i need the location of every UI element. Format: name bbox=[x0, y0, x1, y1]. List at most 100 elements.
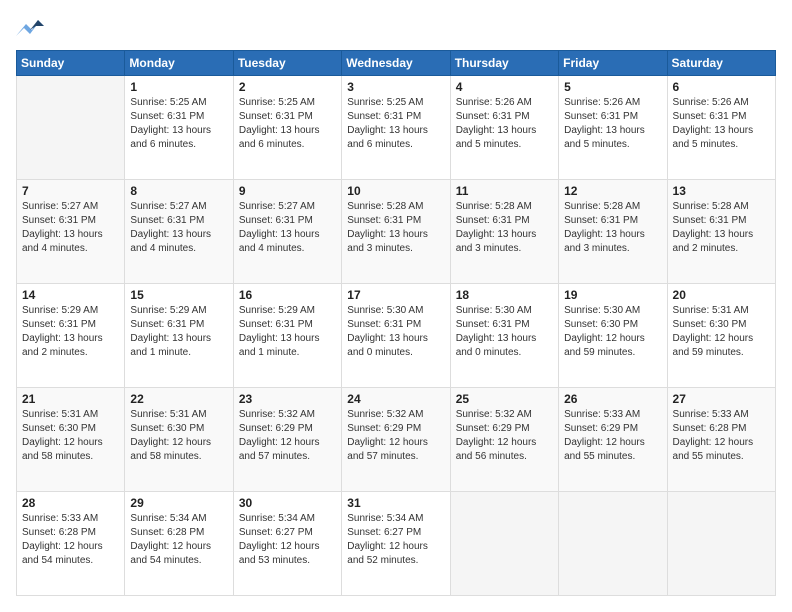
daylight-text: Daylight: 13 hours and 2 minutes. bbox=[673, 228, 770, 256]
day-info: Sunrise: 5:27 AM Sunset: 6:31 PM Dayligh… bbox=[130, 200, 227, 256]
sunrise-text: Sunrise: 5:26 AM bbox=[456, 96, 553, 110]
calendar-cell: 30 Sunrise: 5:34 AM Sunset: 6:27 PM Dayl… bbox=[233, 492, 341, 596]
day-number: 5 bbox=[564, 80, 661, 94]
sunrise-text: Sunrise: 5:28 AM bbox=[673, 200, 770, 214]
sunset-text: Sunset: 6:28 PM bbox=[130, 526, 227, 540]
day-number: 13 bbox=[673, 184, 770, 198]
day-number: 10 bbox=[347, 184, 444, 198]
calendar-cell: 15 Sunrise: 5:29 AM Sunset: 6:31 PM Dayl… bbox=[125, 284, 233, 388]
day-info: Sunrise: 5:31 AM Sunset: 6:30 PM Dayligh… bbox=[130, 408, 227, 464]
day-number: 6 bbox=[673, 80, 770, 94]
calendar-cell: 1 Sunrise: 5:25 AM Sunset: 6:31 PM Dayli… bbox=[125, 76, 233, 180]
calendar-cell: 6 Sunrise: 5:26 AM Sunset: 6:31 PM Dayli… bbox=[667, 76, 775, 180]
logo bbox=[16, 16, 48, 40]
daylight-text: Daylight: 13 hours and 3 minutes. bbox=[347, 228, 444, 256]
day-info: Sunrise: 5:34 AM Sunset: 6:28 PM Dayligh… bbox=[130, 512, 227, 568]
daylight-text: Daylight: 12 hours and 58 minutes. bbox=[22, 436, 119, 464]
weekday-header: Sunday bbox=[17, 51, 125, 76]
day-info: Sunrise: 5:33 AM Sunset: 6:29 PM Dayligh… bbox=[564, 408, 661, 464]
calendar-cell: 21 Sunrise: 5:31 AM Sunset: 6:30 PM Dayl… bbox=[17, 388, 125, 492]
day-info: Sunrise: 5:33 AM Sunset: 6:28 PM Dayligh… bbox=[22, 512, 119, 568]
sunrise-text: Sunrise: 5:34 AM bbox=[347, 512, 444, 526]
day-info: Sunrise: 5:31 AM Sunset: 6:30 PM Dayligh… bbox=[673, 304, 770, 360]
day-number: 12 bbox=[564, 184, 661, 198]
daylight-text: Daylight: 13 hours and 0 minutes. bbox=[456, 332, 553, 360]
daylight-text: Daylight: 12 hours and 56 minutes. bbox=[456, 436, 553, 464]
day-number: 19 bbox=[564, 288, 661, 302]
weekday-header: Thursday bbox=[450, 51, 558, 76]
calendar-cell bbox=[559, 492, 667, 596]
day-info: Sunrise: 5:26 AM Sunset: 6:31 PM Dayligh… bbox=[456, 96, 553, 152]
calendar-cell: 14 Sunrise: 5:29 AM Sunset: 6:31 PM Dayl… bbox=[17, 284, 125, 388]
calendar-cell: 12 Sunrise: 5:28 AM Sunset: 6:31 PM Dayl… bbox=[559, 180, 667, 284]
daylight-text: Daylight: 13 hours and 3 minutes. bbox=[564, 228, 661, 256]
day-number: 17 bbox=[347, 288, 444, 302]
sunrise-text: Sunrise: 5:25 AM bbox=[239, 96, 336, 110]
daylight-text: Daylight: 12 hours and 53 minutes. bbox=[239, 540, 336, 568]
calendar-header-row: SundayMondayTuesdayWednesdayThursdayFrid… bbox=[17, 51, 776, 76]
calendar-week-row: 1 Sunrise: 5:25 AM Sunset: 6:31 PM Dayli… bbox=[17, 76, 776, 180]
calendar-cell: 2 Sunrise: 5:25 AM Sunset: 6:31 PM Dayli… bbox=[233, 76, 341, 180]
day-info: Sunrise: 5:28 AM Sunset: 6:31 PM Dayligh… bbox=[456, 200, 553, 256]
day-info: Sunrise: 5:25 AM Sunset: 6:31 PM Dayligh… bbox=[130, 96, 227, 152]
sunrise-text: Sunrise: 5:31 AM bbox=[22, 408, 119, 422]
day-info: Sunrise: 5:28 AM Sunset: 6:31 PM Dayligh… bbox=[673, 200, 770, 256]
sunrise-text: Sunrise: 5:28 AM bbox=[347, 200, 444, 214]
sunset-text: Sunset: 6:31 PM bbox=[347, 110, 444, 124]
sunrise-text: Sunrise: 5:30 AM bbox=[564, 304, 661, 318]
sunrise-text: Sunrise: 5:28 AM bbox=[564, 200, 661, 214]
sunrise-text: Sunrise: 5:27 AM bbox=[130, 200, 227, 214]
sunrise-text: Sunrise: 5:27 AM bbox=[22, 200, 119, 214]
daylight-text: Daylight: 12 hours and 57 minutes. bbox=[347, 436, 444, 464]
calendar-cell: 8 Sunrise: 5:27 AM Sunset: 6:31 PM Dayli… bbox=[125, 180, 233, 284]
sunset-text: Sunset: 6:30 PM bbox=[130, 422, 227, 436]
calendar-cell: 20 Sunrise: 5:31 AM Sunset: 6:30 PM Dayl… bbox=[667, 284, 775, 388]
sunrise-text: Sunrise: 5:30 AM bbox=[456, 304, 553, 318]
header bbox=[16, 16, 776, 40]
daylight-text: Daylight: 12 hours and 59 minutes. bbox=[564, 332, 661, 360]
sunset-text: Sunset: 6:31 PM bbox=[239, 110, 336, 124]
day-info: Sunrise: 5:30 AM Sunset: 6:30 PM Dayligh… bbox=[564, 304, 661, 360]
sunrise-text: Sunrise: 5:32 AM bbox=[347, 408, 444, 422]
sunset-text: Sunset: 6:31 PM bbox=[456, 214, 553, 228]
daylight-text: Daylight: 13 hours and 1 minute. bbox=[130, 332, 227, 360]
day-number: 1 bbox=[130, 80, 227, 94]
day-info: Sunrise: 5:27 AM Sunset: 6:31 PM Dayligh… bbox=[22, 200, 119, 256]
sunrise-text: Sunrise: 5:29 AM bbox=[239, 304, 336, 318]
day-number: 3 bbox=[347, 80, 444, 94]
daylight-text: Daylight: 13 hours and 6 minutes. bbox=[130, 124, 227, 152]
day-info: Sunrise: 5:26 AM Sunset: 6:31 PM Dayligh… bbox=[673, 96, 770, 152]
sunset-text: Sunset: 6:30 PM bbox=[22, 422, 119, 436]
day-number: 24 bbox=[347, 392, 444, 406]
sunset-text: Sunset: 6:29 PM bbox=[239, 422, 336, 436]
calendar-cell: 18 Sunrise: 5:30 AM Sunset: 6:31 PM Dayl… bbox=[450, 284, 558, 388]
sunset-text: Sunset: 6:31 PM bbox=[239, 318, 336, 332]
calendar-cell: 10 Sunrise: 5:28 AM Sunset: 6:31 PM Dayl… bbox=[342, 180, 450, 284]
calendar-table: SundayMondayTuesdayWednesdayThursdayFrid… bbox=[16, 50, 776, 596]
sunset-text: Sunset: 6:29 PM bbox=[564, 422, 661, 436]
day-number: 18 bbox=[456, 288, 553, 302]
day-info: Sunrise: 5:29 AM Sunset: 6:31 PM Dayligh… bbox=[239, 304, 336, 360]
day-info: Sunrise: 5:28 AM Sunset: 6:31 PM Dayligh… bbox=[347, 200, 444, 256]
sunset-text: Sunset: 6:28 PM bbox=[22, 526, 119, 540]
daylight-text: Daylight: 12 hours and 55 minutes. bbox=[673, 436, 770, 464]
sunset-text: Sunset: 6:28 PM bbox=[673, 422, 770, 436]
day-number: 21 bbox=[22, 392, 119, 406]
daylight-text: Daylight: 13 hours and 1 minute. bbox=[239, 332, 336, 360]
daylight-text: Daylight: 13 hours and 5 minutes. bbox=[456, 124, 553, 152]
day-info: Sunrise: 5:27 AM Sunset: 6:31 PM Dayligh… bbox=[239, 200, 336, 256]
day-info: Sunrise: 5:32 AM Sunset: 6:29 PM Dayligh… bbox=[239, 408, 336, 464]
sunset-text: Sunset: 6:30 PM bbox=[564, 318, 661, 332]
calendar-cell: 13 Sunrise: 5:28 AM Sunset: 6:31 PM Dayl… bbox=[667, 180, 775, 284]
weekday-header: Friday bbox=[559, 51, 667, 76]
daylight-text: Daylight: 12 hours and 59 minutes. bbox=[673, 332, 770, 360]
sunrise-text: Sunrise: 5:31 AM bbox=[130, 408, 227, 422]
sunrise-text: Sunrise: 5:27 AM bbox=[239, 200, 336, 214]
calendar-cell bbox=[450, 492, 558, 596]
sunset-text: Sunset: 6:31 PM bbox=[347, 318, 444, 332]
calendar-cell: 28 Sunrise: 5:33 AM Sunset: 6:28 PM Dayl… bbox=[17, 492, 125, 596]
sunset-text: Sunset: 6:31 PM bbox=[130, 318, 227, 332]
daylight-text: Daylight: 13 hours and 2 minutes. bbox=[22, 332, 119, 360]
calendar-cell: 29 Sunrise: 5:34 AM Sunset: 6:28 PM Dayl… bbox=[125, 492, 233, 596]
day-info: Sunrise: 5:29 AM Sunset: 6:31 PM Dayligh… bbox=[22, 304, 119, 360]
